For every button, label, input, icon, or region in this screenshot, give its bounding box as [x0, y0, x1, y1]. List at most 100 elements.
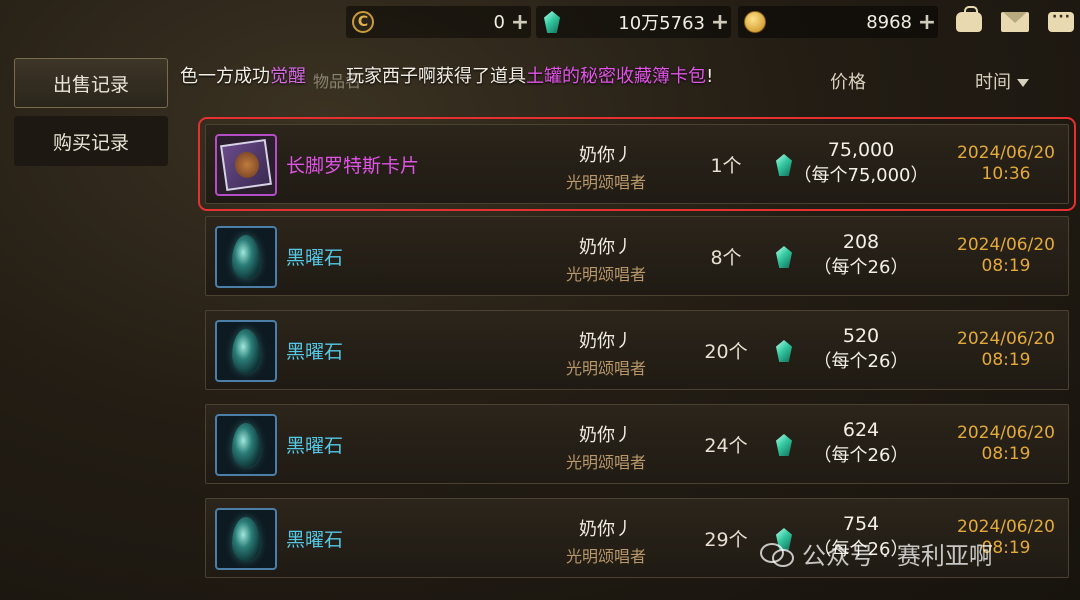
table-header: 物品名 价格 时间 色一方成功觉醒 玩家西子啊获得了道具土罐的秘密收藏簿卡包!: [180, 60, 1080, 96]
obsidian-icon: [232, 329, 260, 373]
price-total: 75,000: [827, 139, 895, 161]
gem-icon: [776, 154, 792, 176]
obsidian-icon: [232, 517, 260, 561]
header-time[interactable]: 时间: [975, 68, 1029, 94]
table-row[interactable]: 长脚罗特斯卡片 奶你丿 光明颂唱者 1个 75,000 （每个75,000） 2…: [198, 117, 1076, 211]
price-total: 754: [842, 513, 880, 535]
item-thumbnail: [215, 134, 277, 196]
record-clock: 08:19: [981, 444, 1031, 464]
header-price[interactable]: 价格: [830, 68, 866, 94]
header-time-label: 时间: [975, 72, 1011, 93]
record-time: 2024/06/20 10:36: [946, 143, 1066, 185]
seller-name: 奶你丿: [579, 519, 633, 540]
record-date: 2024/06/20: [957, 143, 1055, 163]
price-each: （每个75,000）: [793, 165, 929, 186]
watermark-text: 公众号 · 赛利亚啊: [802, 542, 993, 570]
chat-button[interactable]: [1042, 6, 1080, 38]
bag-icon: [956, 6, 982, 32]
item-price: 624 （每个26）: [792, 419, 930, 467]
item-name: 黑曜石: [286, 341, 344, 363]
seller-title: 光明颂唱者: [565, 453, 646, 472]
item-price: 520 （每个26）: [792, 325, 930, 373]
record-date: 2024/06/20: [957, 517, 1055, 537]
marquee-prefix: 色一方成功: [180, 66, 270, 87]
gem-icon: [776, 246, 792, 268]
price-total: 208: [842, 231, 880, 253]
seller-title: 光明颂唱者: [565, 547, 646, 566]
item-thumbnail: [215, 320, 277, 382]
price-each: （每个26）: [813, 445, 909, 466]
marquee-awaken: 觉醒: [270, 66, 306, 87]
marquee-item: 土罐的秘密收藏簿卡包: [526, 66, 707, 87]
trade-history-screen: C 0 + 10万5763 + 8968 + 出售记录 购买记录 物品名 价格 …: [0, 0, 1080, 600]
item-quantity: 20个: [704, 341, 748, 363]
item-quantity: 29个: [704, 529, 748, 551]
gem-icon: [776, 434, 792, 456]
item-name: 黑曜石: [286, 435, 344, 457]
gold-amount: 8968: [866, 11, 912, 33]
item-thumbnail: [215, 226, 277, 288]
gem-counter: 10万5763 +: [536, 6, 731, 38]
tab-buy-records[interactable]: 购买记录: [14, 116, 168, 166]
seller-title: 光明颂唱者: [565, 173, 646, 192]
marquee-message: 玩家西子啊获得了道具: [346, 66, 527, 87]
chat-icon: [1048, 9, 1074, 32]
mail-button[interactable]: [996, 6, 1034, 38]
card-icon: [220, 139, 272, 191]
seller-info: 奶你丿 光明颂唱者: [546, 327, 666, 379]
seller-name: 奶你丿: [579, 237, 633, 258]
obsidian-icon: [232, 423, 260, 467]
seller-info: 奶你丿 光明颂唱者: [546, 421, 666, 473]
wechat-icon: [760, 541, 794, 567]
item-thumbnail: [215, 508, 277, 570]
record-time: 2024/06/20 08:19: [946, 235, 1066, 277]
gem-icon: [776, 340, 792, 362]
price-each: （每个26）: [813, 351, 909, 372]
record-date: 2024/06/20: [957, 329, 1055, 349]
table-row[interactable]: 黑曜石 奶你丿 光明颂唱者 20个 520 （每个26） 2024/06/20 …: [205, 310, 1069, 390]
tab-sell-records[interactable]: 出售记录: [14, 58, 168, 108]
mail-icon: [1001, 12, 1029, 32]
sort-down-icon: [1017, 79, 1029, 87]
top-icon-group: [950, 6, 1080, 38]
c-coin-counter: C 0 +: [346, 6, 531, 38]
watermark: 公众号 · 赛利亚啊: [760, 536, 993, 571]
record-clock: 08:19: [981, 350, 1031, 370]
gem-amount: 10万5763: [618, 13, 705, 34]
item-name: 黑曜石: [286, 529, 344, 551]
record-date: 2024/06/20: [957, 235, 1055, 255]
record-time: 2024/06/20 08:19: [946, 329, 1066, 371]
add-c-coin-button[interactable]: +: [509, 10, 531, 35]
seller-info: 奶你丿 光明颂唱者: [546, 141, 666, 193]
c-coin-icon: C: [352, 11, 374, 33]
record-clock: 08:19: [981, 256, 1031, 276]
broadcast-marquee: 色一方成功觉醒 玩家西子啊获得了道具土罐的秘密收藏簿卡包!: [180, 62, 713, 88]
seller-title: 光明颂唱者: [565, 265, 646, 284]
item-thumbnail: [215, 414, 277, 476]
gold-coin-icon: [744, 11, 766, 33]
currency-bar: C 0 + 10万5763 + 8968 +: [346, 6, 1080, 38]
seller-title: 光明颂唱者: [565, 359, 646, 378]
obsidian-icon: [232, 235, 260, 279]
item-price: 208 （每个26）: [792, 231, 930, 279]
c-coin-amount: 0: [493, 11, 505, 33]
item-quantity: 24个: [704, 435, 748, 457]
seller-info: 奶你丿 光明颂唱者: [546, 233, 666, 285]
seller-name: 奶你丿: [579, 331, 633, 352]
bag-button[interactable]: [950, 6, 988, 38]
table-row[interactable]: 黑曜石 奶你丿 光明颂唱者 24个 624 （每个26） 2024/06/20 …: [205, 404, 1069, 484]
seller-name: 奶你丿: [579, 425, 633, 446]
gold-counter: 8968 +: [738, 6, 938, 38]
seller-name: 奶你丿: [579, 145, 633, 166]
seller-info: 奶你丿 光明颂唱者: [546, 515, 666, 567]
marquee-suffix: !: [706, 66, 714, 87]
table-row[interactable]: 黑曜石 奶你丿 光明颂唱者 8个 208 （每个26） 2024/06/20 0…: [205, 216, 1069, 296]
item-name: 黑曜石: [286, 247, 344, 269]
item-name: 长脚罗特斯卡片: [286, 155, 420, 177]
price-each: （每个26）: [813, 257, 909, 278]
add-gem-button[interactable]: +: [709, 10, 731, 35]
price-total: 624: [842, 419, 880, 441]
add-gold-button[interactable]: +: [916, 10, 938, 35]
price-total: 520: [842, 325, 880, 347]
item-quantity: 8个: [710, 247, 742, 269]
